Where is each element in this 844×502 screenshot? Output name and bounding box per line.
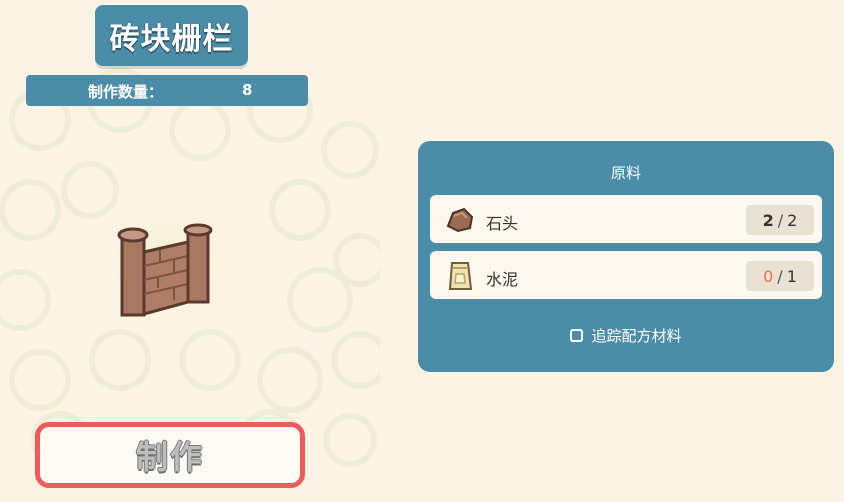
item-title: 砖块栅栏 (109, 21, 234, 57)
material-count: 0 / 1 (746, 261, 814, 291)
item-title-banner: 砖块栅栏 (95, 5, 248, 66)
track-materials-checkbox[interactable] (570, 329, 584, 342)
track-materials-toggle[interactable]: 追踪配方材料 (418, 325, 834, 346)
craft-button[interactable]: 制作 (35, 422, 305, 488)
cement-bag-icon (448, 262, 473, 290)
material-have: 2 (762, 210, 774, 230)
material-count: 2 / 2 (746, 205, 814, 235)
material-row-cement: 水泥 0 / 1 (430, 251, 822, 299)
brick-fence-icon (100, 195, 240, 335)
quantity-bar: 制作数量： 8 (26, 75, 308, 106)
material-row-stone: 石头 2 / 2 (430, 195, 822, 243)
material-need: 1 (786, 266, 797, 286)
material-name: 石头 (486, 214, 519, 233)
quantity-label: 制作数量： (88, 83, 164, 101)
material-have: 0 (763, 266, 774, 286)
track-materials-label: 追踪配方材料 (591, 327, 682, 345)
count-separator: / (777, 266, 783, 286)
stone-icon (446, 207, 474, 233)
quantity-value: 8 (242, 81, 253, 99)
material-name: 水泥 (486, 270, 519, 289)
materials-panel: 原料 石头 2 / 2 水泥 0 / 1 追踪配方材料 (418, 141, 834, 372)
materials-panel-title: 原料 (610, 164, 641, 182)
count-separator: / (777, 210, 784, 230)
craft-button-label: 制作 (135, 438, 204, 476)
material-need: 2 (787, 210, 798, 230)
